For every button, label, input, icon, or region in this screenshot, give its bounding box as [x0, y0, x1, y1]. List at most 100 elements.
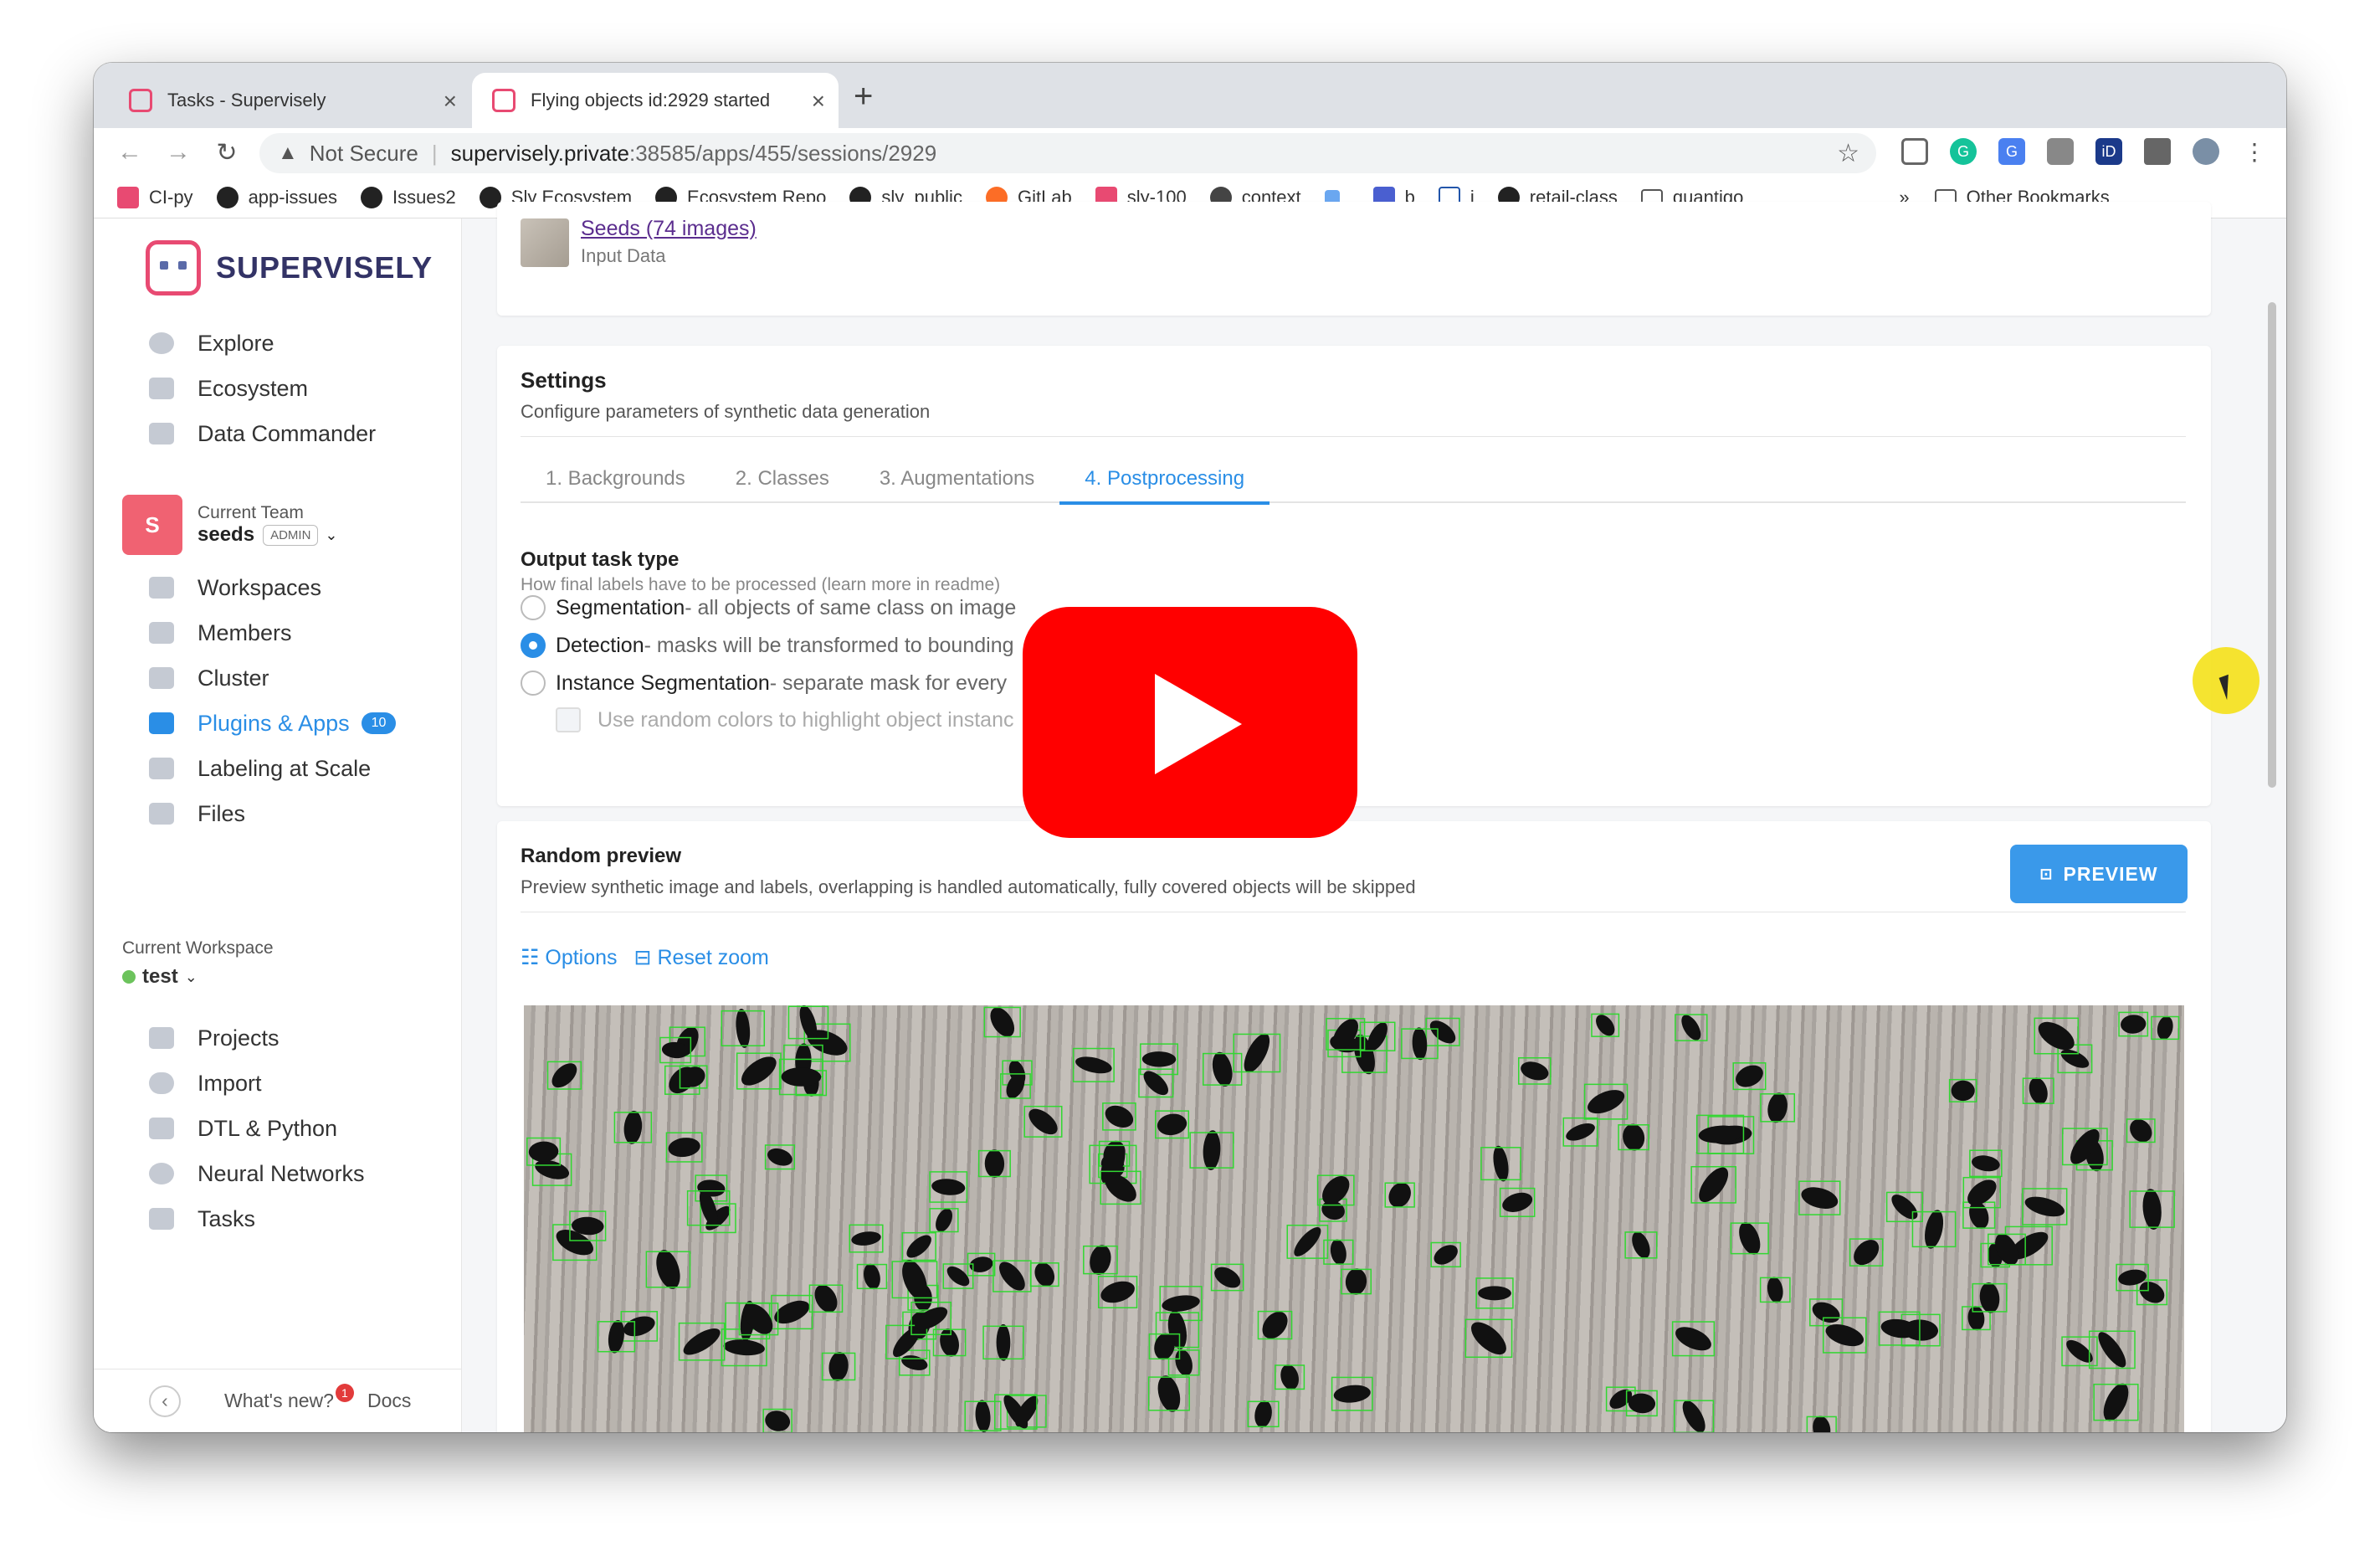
seed-shape: [2024, 1196, 2065, 1217]
seed-object: [1155, 1110, 1190, 1139]
workspace-name: test: [142, 965, 178, 988]
seed-shape: [1588, 1090, 1625, 1114]
sidebar-item-neural-networks[interactable]: Neural Networks: [149, 1151, 365, 1196]
reload-icon[interactable]: ↻: [214, 138, 239, 167]
tab-backgrounds[interactable]: 1. Backgrounds: [521, 465, 710, 503]
radio-button[interactable]: [521, 595, 546, 620]
docs-link[interactable]: Docs: [367, 1390, 411, 1412]
checklist-icon: [149, 1208, 174, 1230]
grammarly-icon[interactable]: G: [1950, 138, 1977, 165]
logo[interactable]: SUPERVISELY: [146, 240, 433, 295]
profile-avatar[interactable]: [2193, 138, 2219, 165]
random-colors-checkbox[interactable]: Use random colors to highlight object in…: [556, 707, 1014, 732]
reset-zoom-link[interactable]: ⊟ Reset zoom: [634, 945, 769, 970]
sidebar-item-data-commander[interactable]: Data Commander: [149, 411, 376, 456]
output-task-hint: How final labels have to be processed (l…: [521, 575, 1001, 594]
new-tab-button[interactable]: +: [854, 78, 873, 116]
puzzle-icon: [149, 712, 174, 734]
radio-button[interactable]: [521, 671, 546, 696]
cast-icon[interactable]: [1901, 138, 1928, 165]
browser-tab-session[interactable]: Flying objects id:2929 started ×: [472, 73, 839, 128]
checkbox[interactable]: [556, 707, 581, 732]
seed-shape: [1566, 1123, 1595, 1141]
warning-icon: ▲: [278, 141, 298, 164]
seed-shape: [1951, 1080, 1975, 1102]
sidebar-item-cluster[interactable]: Cluster: [149, 655, 396, 701]
radio-instance-segmentation[interactable]: Instance Segmentation - separate mask fo…: [521, 671, 1007, 696]
seed-object: [1072, 1047, 1115, 1082]
seed-object: [1475, 1277, 1514, 1309]
seed-shape: [736, 1009, 751, 1048]
bookmark-app-issues[interactable]: app-issues: [216, 186, 337, 208]
bookmark-star-icon[interactable]: ☆: [1837, 139, 1859, 168]
camera-icon[interactable]: [2047, 138, 2074, 165]
current-team[interactable]: S Current Team seeds ADMIN ⌄: [122, 495, 338, 555]
seed-object: [1583, 1083, 1629, 1120]
id-icon[interactable]: iD: [2095, 138, 2122, 165]
bookmark-issues2[interactable]: Issues2: [360, 186, 456, 208]
tab-postprocessing[interactable]: 4. Postprocessing: [1059, 465, 1270, 505]
options-link[interactable]: ☷ Options: [521, 945, 618, 970]
current-workspace[interactable]: Current Workspace test ⌄: [122, 938, 274, 989]
seed-shape: [668, 1138, 700, 1158]
seed-object: [613, 1110, 653, 1144]
workspace-label: Current Workspace: [122, 938, 274, 958]
radio-segmentation[interactable]: Segmentation - all objects of same class…: [521, 595, 1016, 620]
sidebar-item-tasks[interactable]: Tasks: [149, 1196, 365, 1241]
sidebar-item-explore[interactable]: Explore: [149, 321, 376, 366]
seed-shape: [1157, 1375, 1181, 1412]
sidebar-item-workspaces[interactable]: Workspaces: [149, 565, 396, 610]
radio-button-selected[interactable]: [521, 633, 546, 658]
address-bar[interactable]: ▲ Not Secure | supervisely.private :3858…: [259, 133, 1876, 173]
seed-shape: [1330, 1239, 1346, 1266]
sidebar-top-menu: Explore Ecosystem Data Commander: [149, 321, 376, 456]
sidebar-item-dtl-python[interactable]: DTL & Python: [149, 1106, 365, 1151]
forward-icon[interactable]: →: [166, 138, 191, 167]
sidebar-item-ecosystem[interactable]: Ecosystem: [149, 366, 376, 411]
tab-classes[interactable]: 2. Classes: [710, 465, 854, 503]
seed-shape: [2098, 1332, 2126, 1368]
seed-shape: [1214, 1267, 1241, 1288]
seed-shape: [765, 1411, 791, 1431]
seed-shape: [1675, 1327, 1711, 1351]
page-scrollbar[interactable]: [2256, 218, 2286, 1432]
tab-augmentations[interactable]: 3. Augmentations: [854, 465, 1059, 503]
collapse-sidebar-button[interactable]: ‹: [149, 1385, 181, 1417]
preview-image[interactable]: [524, 1005, 2184, 1432]
seed-shape: [1034, 1262, 1055, 1287]
bookmark-ci-py[interactable]: CI-py: [117, 186, 193, 208]
seed-object: [849, 1224, 884, 1253]
close-tab-icon[interactable]: ×: [812, 88, 825, 115]
seed-object: [1911, 1210, 1957, 1249]
radio-detection[interactable]: Detection - masks will be transformed to…: [521, 633, 1014, 658]
scrollbar-thumb[interactable]: [2268, 302, 2276, 788]
translate-icon[interactable]: G: [1998, 138, 2025, 165]
kebab-menu-icon[interactable]: ⋮: [2241, 138, 2268, 165]
seed-shape: [996, 1323, 1011, 1361]
youtube-play-button[interactable]: [1023, 607, 1357, 838]
input-data-card: Seeds (74 images) Input Data: [497, 202, 2211, 316]
seed-shape: [814, 1284, 838, 1313]
seed-object: [1430, 1241, 1461, 1268]
seed-shape: [656, 1250, 680, 1289]
preview-button[interactable]: ⊡ PREVIEW: [2010, 845, 2188, 903]
seed-object: [1732, 1062, 1767, 1091]
back-icon[interactable]: ←: [117, 138, 142, 167]
monitor-icon: [149, 577, 174, 599]
sidebar-item-members[interactable]: Members: [149, 610, 396, 655]
dataset-link[interactable]: Seeds (74 images): [581, 217, 757, 241]
puzzle-icon[interactable]: [2144, 138, 2171, 165]
sidebar-item-projects[interactable]: Projects: [149, 1015, 365, 1061]
url-host: supervisely.private: [450, 140, 629, 166]
sidebar-item-files[interactable]: Files: [149, 791, 396, 836]
seed-object: [1464, 1318, 1513, 1359]
sidebar-item-import[interactable]: Import: [149, 1061, 365, 1106]
close-tab-icon[interactable]: ×: [444, 88, 457, 115]
browser-tab-tasks[interactable]: Tasks - Supervisely ×: [109, 73, 470, 128]
sidebar-item-plugins-apps[interactable]: Plugins & Apps 10: [149, 701, 397, 746]
sidebar: SUPERVISELY Explore Ecosystem Data Comma…: [94, 218, 462, 1432]
sidebar-item-labeling-at-scale[interactable]: Labeling at Scale: [149, 746, 396, 791]
seed-shape: [1812, 1302, 1840, 1323]
seed-object: [1809, 1298, 1844, 1327]
whats-new-link[interactable]: What's new? 1: [224, 1384, 354, 1412]
